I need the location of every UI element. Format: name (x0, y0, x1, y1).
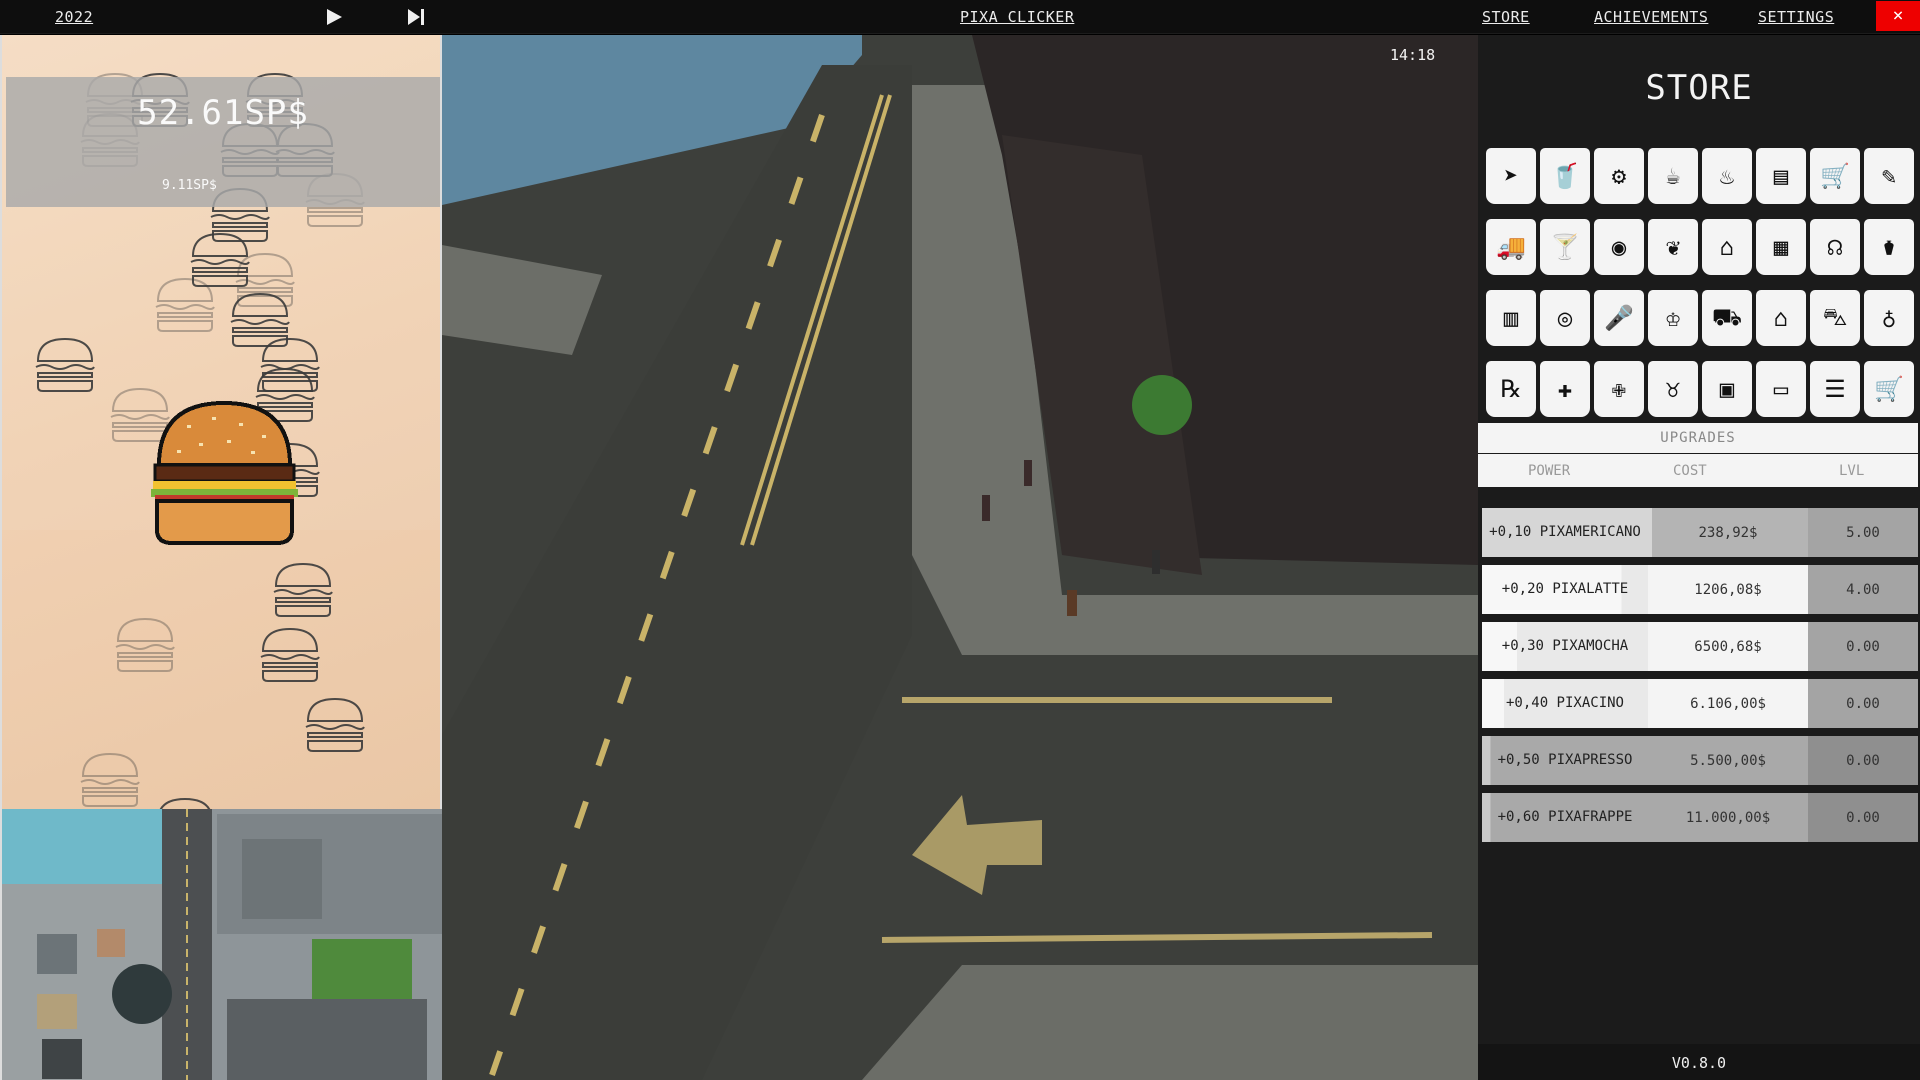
cafe-icon[interactable]: ⌂ (1702, 219, 1752, 275)
upgrade-power: +0,50 PIXAPRESSO (1497, 752, 1633, 768)
stethoscope-icon[interactable]: ♁ (1864, 290, 1914, 346)
upgrade-row[interactable]: +0,40 PIXACINO 6.106,00$ 0.00 (1482, 679, 1918, 728)
upgrade-power: +0,20 PIXALATTE (1501, 581, 1629, 597)
cursor-icon[interactable]: ➤ (1486, 148, 1536, 204)
upgrade-cost: 11.000,00$ (1685, 809, 1771, 826)
upgrade-power: +0,60 PIXAFRAPPE (1497, 809, 1633, 825)
server-icon[interactable]: ☰ (1810, 361, 1860, 417)
coffee-mug-icon[interactable]: ☕ (1648, 148, 1698, 204)
monitor-icon[interactable]: ▭ (1756, 361, 1806, 417)
nav-store-link[interactable]: STORE (1482, 8, 1530, 26)
nav-achievements-link[interactable]: ACHIEVEMENTS (1594, 8, 1708, 26)
vinyl-icon[interactable]: ◎ (1540, 290, 1590, 346)
upgrade-level: 0.00 (1808, 736, 1918, 785)
play-icon[interactable] (322, 5, 346, 29)
chef-icon[interactable]: ♔ (1648, 290, 1698, 346)
upgrade-level: 0.00 (1808, 793, 1918, 842)
column-lvl: LVL (1839, 463, 1865, 479)
upgrade-row[interactable]: +0,20 PIXALATTE 1206,08$ 4.00 (1482, 565, 1918, 614)
game-clock: 14:18 (1390, 46, 1436, 64)
microphone-icon[interactable]: 🎤 (1594, 290, 1644, 346)
upgrade-level: 4.00 (1808, 565, 1918, 614)
skip-forward-icon[interactable] (404, 5, 428, 29)
truck-icon[interactable]: 🚚 (1486, 219, 1536, 275)
vault-icon[interactable]: ▣ (1702, 361, 1752, 417)
year-button[interactable]: 2022 (55, 8, 93, 26)
upgrades-columns-header: POWER COST LVL (1478, 454, 1918, 487)
pills-icon[interactable]: ℞ (1486, 361, 1536, 417)
drums-icon[interactable]: ☊ (1810, 219, 1860, 275)
ambulance-icon[interactable]: ✙ (1594, 361, 1644, 417)
upgrade-cost: 1206,08$ (1648, 565, 1808, 614)
rate-display: 9.11SP$ (162, 178, 217, 193)
background-burger-icon (32, 335, 98, 395)
column-power: POWER (1528, 463, 1571, 479)
upgrades-header: UPGRADES (1478, 423, 1918, 453)
upgrade-cost: 6.106,00$ (1648, 679, 1808, 728)
game-title: PIXA CLICKER (960, 8, 1075, 26)
house-icon[interactable]: ⌂ (1756, 290, 1806, 346)
balance-display: 52.61SP$ (137, 93, 309, 133)
upgrade-level: 0.00 (1808, 679, 1918, 728)
background-burger-icon (257, 625, 323, 685)
upgrade-row[interactable]: +0,50 PIXAPRESSO 5.500,00$ 0.00 (1482, 736, 1918, 785)
close-icon: × (1892, 5, 1904, 26)
food-truck-icon[interactable]: ⛟ (1702, 290, 1752, 346)
upgrade-power: +0,10 PIXAMERICANO (1489, 524, 1641, 540)
store-panel: STORE ➤ 🥤 ⚙ ☕ ♨ ▤ 🛒 ✎ 🚚 🍸 ◉ ❦ ⌂ ▦ ☊ ⚱ ▥ ◎ 🎤 ♔ ⛟ ⌂ ⛍ ♁ ℞ ✚ ✙ ♉ ▣ ▭ ☰ 🛒 U… (1478, 35, 1920, 1080)
storefront-icon[interactable]: ▦ (1756, 219, 1806, 275)
menu-board-icon[interactable]: ▤ (1756, 148, 1806, 204)
upgrade-power: +0,40 PIXACINO (1505, 695, 1624, 711)
cart-icon[interactable]: 🛒 (1810, 148, 1860, 204)
clicker-panel: 52.61SP$ 9.11SP$ (0, 35, 442, 809)
background-burger-icon (152, 275, 218, 335)
upgrade-power: +0,30 PIXAMOCHA (1501, 638, 1629, 654)
background-burger-icon (112, 615, 178, 675)
background-burger-icon (77, 750, 143, 809)
city-3d-view[interactable] (442, 35, 1478, 1080)
top-bar: 2022 PIXA CLICKER STORE ACHIEVEMENTS SET… (0, 0, 1920, 34)
version-label: V0.8.0 (1671, 1054, 1727, 1072)
close-button[interactable]: × (1876, 1, 1920, 31)
version-bar: V0.8.0 (1478, 1044, 1920, 1080)
forklift-icon[interactable]: ⛍ (1810, 290, 1860, 346)
upgrade-level: 5.00 (1808, 508, 1918, 557)
cocktail-icon[interactable]: 🍸 (1540, 219, 1590, 275)
medical-cross-icon[interactable]: ✚ (1540, 361, 1590, 417)
minimap[interactable] (0, 809, 442, 1080)
upgrade-row[interactable]: +0,10 PIXAMERICANO 238,92$ 5.00 (1482, 508, 1918, 557)
nav-settings-link[interactable]: SETTINGS (1758, 8, 1834, 26)
burger-click-button[interactable] (147, 395, 302, 550)
upgrade-row[interactable]: +0,30 PIXAMOCHA 6500,68$ 0.00 (1482, 622, 1918, 671)
upgrade-cost: 5.500,00$ (1690, 752, 1766, 769)
upgrade-cost: 238,92$ (1698, 524, 1758, 541)
upgrade-cost: 6500,68$ (1648, 622, 1808, 671)
store-title: STORE (1645, 68, 1753, 108)
pen-icon[interactable]: ✎ (1864, 148, 1914, 204)
shopping-cart-icon[interactable]: 🛒 (1864, 361, 1914, 417)
bottle-icon[interactable]: ⚱ (1864, 219, 1914, 275)
machine-icon[interactable]: ⚙ (1594, 148, 1644, 204)
espresso-maker-icon[interactable]: ♨ (1702, 148, 1752, 204)
coffee-bean-icon[interactable]: ❦ (1648, 219, 1698, 275)
barrel-icon[interactable]: ▥ (1486, 290, 1536, 346)
piggy-bank-icon[interactable]: ♉ (1648, 361, 1698, 417)
background-burger-icon (302, 695, 368, 755)
sack-icon[interactable]: ◉ (1594, 219, 1644, 275)
column-cost: COST (1673, 463, 1707, 479)
background-burger-icon (152, 795, 218, 809)
upgrade-level: 0.00 (1808, 622, 1918, 671)
cup-icon[interactable]: 🥤 (1540, 148, 1590, 204)
upgrade-row[interactable]: +0,60 PIXAFRAPPE 11.000,00$ 0.00 (1482, 793, 1918, 842)
background-burger-icon (270, 560, 336, 620)
